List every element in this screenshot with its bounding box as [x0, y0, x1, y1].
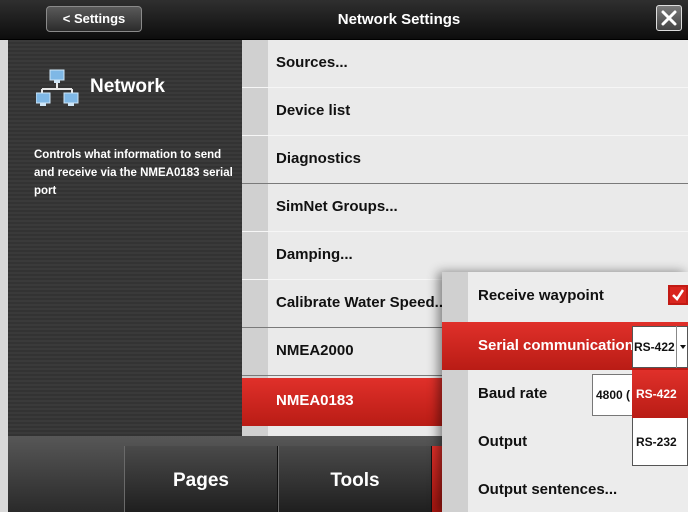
- receive-waypoint-checkbox[interactable]: [668, 285, 688, 305]
- tab-tools[interactable]: Tools: [278, 446, 432, 512]
- chevron-down-icon[interactable]: [676, 326, 688, 368]
- info-title: Network: [90, 76, 165, 97]
- title-bar: < Settings Network Settings: [0, 0, 688, 40]
- menu-item-sources[interactable]: Sources...: [242, 40, 688, 88]
- receive-waypoint-row[interactable]: Receive waypoint: [442, 272, 688, 320]
- tab-pages[interactable]: Pages: [124, 446, 278, 512]
- menu-item-simnet-groups[interactable]: SimNet Groups...: [242, 184, 688, 232]
- serial-communication-value: RS-422: [634, 340, 675, 354]
- dropdown-option-rs232[interactable]: RS-232: [632, 418, 688, 466]
- dropdown-option-rs422[interactable]: RS-422: [632, 370, 688, 418]
- network-icon: [36, 69, 79, 106]
- close-icon: [661, 10, 677, 26]
- output-sentences-label: Output sentences...: [478, 481, 618, 498]
- output-label: Output: [478, 433, 528, 450]
- serial-communication-label: Serial communication: [478, 337, 634, 354]
- baud-rate-label: Baud rate: [478, 385, 548, 402]
- menu-item-diagnostics[interactable]: Diagnostics: [242, 136, 688, 184]
- check-icon: [670, 287, 686, 303]
- info-description: Controls what information to send and re…: [34, 149, 233, 197]
- back-settings-button[interactable]: < Settings: [46, 6, 142, 32]
- close-button[interactable]: [656, 5, 682, 31]
- page-title: Network Settings: [337, 11, 461, 28]
- info-panel: Network Controls what information to sen…: [8, 40, 242, 436]
- baud-rate-value: 4800 (: [596, 388, 631, 402]
- receive-waypoint-label: Receive waypoint: [478, 287, 604, 304]
- output-sentences-row[interactable]: Output sentences...: [442, 466, 688, 512]
- menu-item-device-list[interactable]: Device list: [242, 88, 688, 136]
